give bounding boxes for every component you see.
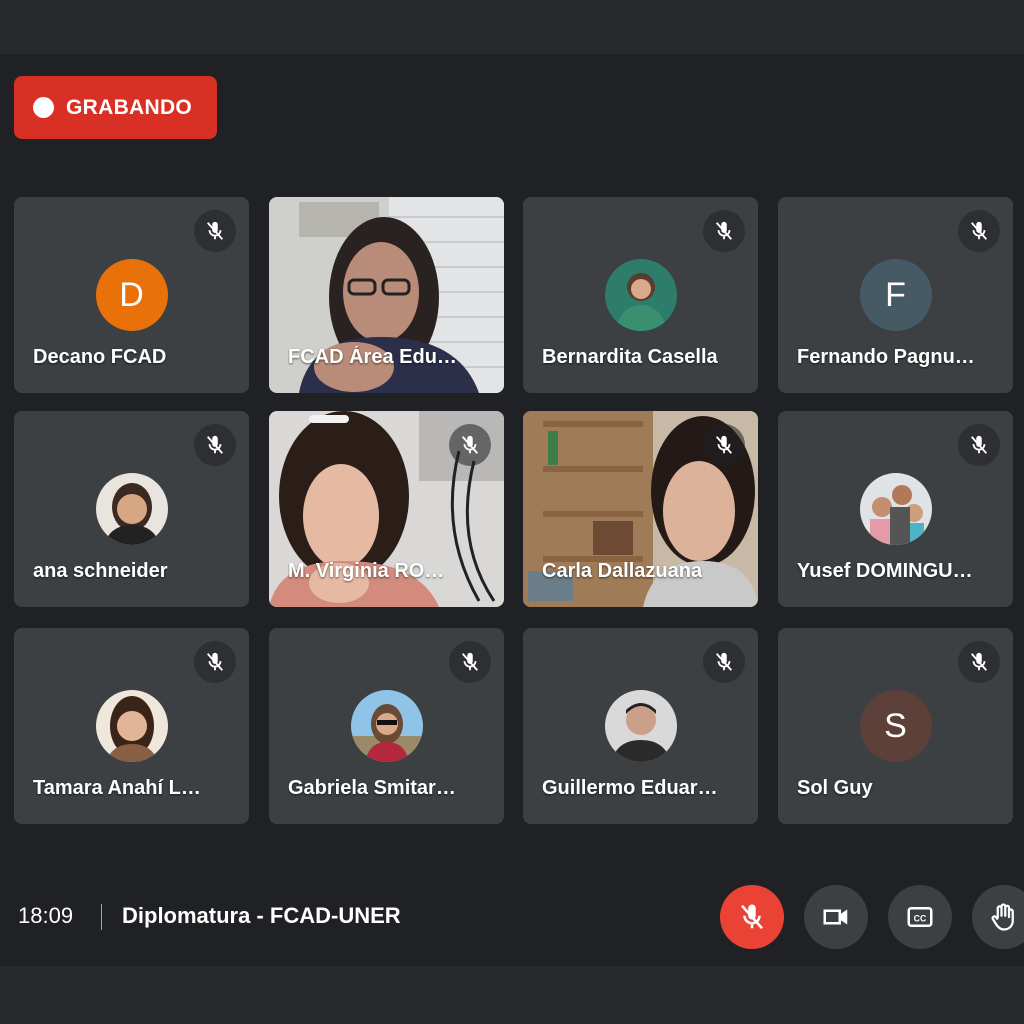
participant-name: Guillermo Eduar… [542,777,718,799]
recording-dot-icon [33,97,54,118]
avatar: F [859,259,932,331]
participant-video-tile[interactable]: Carla Dallazuana [523,411,758,607]
svg-text:CC: CC [914,913,927,923]
avatar [95,690,168,762]
participant-name: Tamara Anahí L… [33,777,201,799]
avatar [604,259,677,331]
muted-mic-icon [958,641,1000,683]
participant-video-tile[interactable]: M. Virginia RO… [269,411,504,607]
participant-video-tile[interactable]: FCAD Área Edu… [269,197,504,393]
muted-mic-icon [194,641,236,683]
participant-tile[interactable]: Yusef DOMINGU… [778,411,1013,607]
participant-tile[interactable]: D Decano FCAD [14,197,249,393]
participant-tile[interactable]: S Sol Guy [778,628,1013,824]
participant-tile[interactable]: Gabriela Smitar… [269,628,504,824]
muted-mic-icon [194,424,236,466]
avatar [350,690,423,762]
raise-hand-button[interactable] [972,885,1024,949]
muted-mic-icon [703,641,745,683]
participant-name: Fernando Pagnu… [797,346,975,368]
closed-captions-icon: CC [907,907,933,927]
participant-name: ana schneider [33,560,168,582]
participant-name: Sol Guy [797,777,873,799]
participant-tile[interactable]: Tamara Anahí L… [14,628,249,824]
raise-hand-icon [991,903,1014,931]
recording-label: GRABANDO [66,95,193,119]
muted-mic-icon [703,210,745,252]
divider [101,904,102,930]
avatar [604,690,677,762]
participant-tile[interactable]: Bernardita Casella [523,197,758,393]
participant-tile[interactable]: ana schneider [14,411,249,607]
muted-mic-icon [449,641,491,683]
muted-mic-icon [703,424,745,466]
recording-badge: GRABANDO [14,76,217,139]
participant-tile[interactable]: F Fernando Pagnu… [778,197,1013,393]
participant-name: M. Virginia RO… [288,560,445,582]
participant-tile[interactable]: Guillermo Eduar… [523,628,758,824]
avatar [95,473,168,545]
muted-mic-icon [958,424,1000,466]
toggle-camera-button[interactable] [804,885,868,949]
muted-mic-icon [449,424,491,466]
toggle-mic-button[interactable] [720,885,784,949]
clock: 18:09 [18,903,74,928]
participant-name: Carla Dallazuana [542,560,703,582]
meeting-title: Diplomatura - FCAD-UNER [122,903,401,928]
muted-mic-icon [958,210,1000,252]
mic-off-icon [741,904,763,930]
bottom-strip [0,966,1024,1024]
muted-mic-icon [194,210,236,252]
captions-button[interactable]: CC [888,885,952,949]
participant-name: FCAD Área Edu… [288,346,457,368]
avatar: S [859,690,932,762]
avatar [859,473,932,545]
participant-name: Yusef DOMINGU… [797,560,973,582]
avatar: D [95,259,168,331]
top-bar [0,0,1024,54]
videocam-icon [823,909,848,925]
participant-name: Decano FCAD [33,346,167,368]
participant-name: Bernardita Casella [542,346,718,368]
participant-name: Gabriela Smitar… [288,777,456,799]
